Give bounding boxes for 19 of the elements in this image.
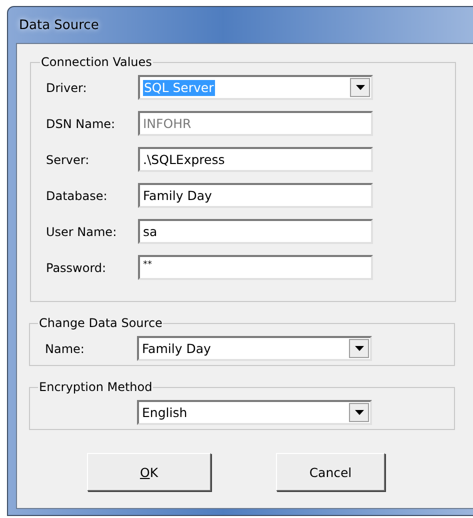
input-field[interactable]: .\SQLExpress [138, 147, 373, 172]
group-title: Connection Values [40, 55, 153, 69]
field-label: Password: [45, 260, 108, 274]
dialog-button[interactable]: Cancel [276, 453, 385, 491]
field-label: Name: [44, 342, 86, 356]
field-label: Server: [45, 152, 90, 166]
group-title: Encryption Method [38, 380, 154, 394]
dialog-button[interactable]: OK [87, 453, 211, 491]
dropdown[interactable]: Family Day [137, 336, 372, 361]
input-field[interactable]: sa [138, 219, 373, 244]
input-field[interactable]: ** [138, 255, 373, 280]
field-label: DSN Name: [45, 116, 116, 130]
input-field[interactable]: Family Day [138, 183, 373, 208]
window-title: Data Source [19, 18, 99, 32]
field-label: Database: [45, 188, 108, 202]
field-label: User Name: [45, 224, 118, 238]
group-title: Change Data Source [38, 316, 164, 330]
field-label: Driver: [45, 80, 88, 94]
dropdown[interactable]: English [137, 400, 372, 425]
